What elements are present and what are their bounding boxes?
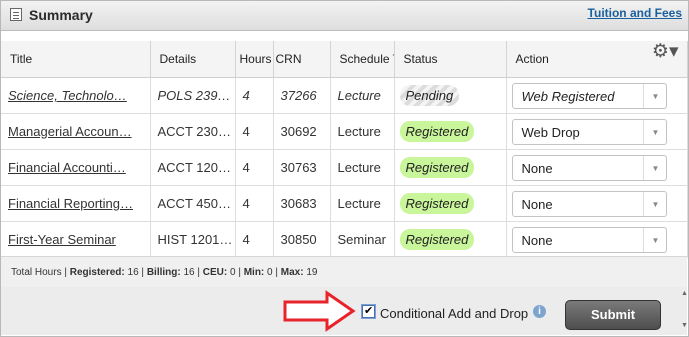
action-select-value: None [521, 196, 553, 212]
course-details: ACCT 120… [150, 149, 236, 186]
course-crn: 30683 [273, 185, 331, 222]
action-select[interactable]: None ▼ [511, 190, 667, 217]
action-cell: None ▼ [506, 149, 688, 186]
course-crn: 30692 [273, 113, 331, 150]
status-badge: Registered [399, 121, 475, 142]
course-schedule-type: Lecture [330, 149, 395, 186]
status-cell: Registered [394, 221, 507, 258]
action-cell: None ▼ [506, 185, 688, 222]
status-cell: Registered [394, 185, 507, 222]
conditional-add-drop-label: Conditional Add and Drop [380, 306, 529, 321]
table-row: Managerial Accoun… ACCT 230… 4 30692 Lecture… [1, 113, 688, 150]
course-crn: 30763 [273, 149, 331, 186]
action-select-value: None [521, 232, 553, 248]
info-icon[interactable]: i [533, 305, 546, 318]
action-cell: None ▼ [506, 221, 688, 258]
course-hours: 4 [235, 185, 274, 222]
course-hours: 4 [235, 77, 274, 114]
table-row: Science, Technolo… POLS 239… 4 37266 Lecture… [1, 77, 688, 114]
status-cell: Pending [394, 77, 507, 114]
course-details: POLS 239… [150, 77, 236, 114]
totals-bar: Total Hours | Registered: 16 | Billing: … [1, 256, 687, 288]
conditional-add-drop-checkbox[interactable]: ✔ [361, 304, 376, 319]
course-hours: 4 [235, 221, 274, 258]
course-hours: 4 [235, 113, 274, 150]
action-select[interactable]: Web Registered ▼ [511, 82, 667, 109]
status-badge: Pending [399, 85, 460, 106]
gear-icon[interactable]: ⚙▾ [652, 40, 679, 63]
course-details: ACCT 230… [150, 113, 236, 150]
action-cell: Web Registered ▼ [506, 77, 688, 114]
scrollbar[interactable]: ▲ ▼ [679, 288, 689, 334]
table-row: Financial Accounti… ACCT 120… 4 30763 Lectur… [1, 149, 688, 186]
totals-text: Total Hours | Registered: 16 | Billing: … [11, 267, 318, 278]
course-schedule-type: Lecture [330, 113, 395, 150]
summary-icon [10, 8, 22, 21]
col-status[interactable]: Status [394, 41, 507, 78]
action-cell: Web Drop ▼ [506, 113, 688, 150]
chevron-down-icon[interactable]: ▼ [642, 119, 666, 144]
table-row: First-Year Seminar HIST 1201… 4 30850 Semina… [1, 221, 688, 258]
action-select[interactable]: None ▼ [511, 154, 667, 181]
course-details: HIST 1201… [150, 221, 236, 258]
course-crn: 30850 [273, 221, 331, 258]
chevron-down-icon[interactable]: ▼ [642, 155, 666, 180]
col-schedule[interactable]: Schedule T [330, 41, 395, 78]
course-title-link[interactable]: Science, Technolo… [1, 77, 151, 114]
course-details: ACCT 450… [150, 185, 236, 222]
course-schedule-type: Seminar [330, 221, 395, 258]
status-badge: Registered [399, 193, 475, 214]
action-select[interactable]: None ▼ [511, 226, 667, 253]
table-header-row: Title Details Hours CRN Schedule T Statu… [1, 40, 688, 78]
course-hours: 4 [235, 149, 274, 186]
action-select[interactable]: Web Drop ▼ [511, 118, 667, 145]
panel-header: Summary Tuition and Fees [1, 1, 688, 31]
action-select-value: Web Drop [521, 124, 580, 140]
panel-title: Summary [29, 7, 93, 23]
col-details[interactable]: Details [150, 41, 236, 78]
action-select-value: None [521, 160, 553, 176]
status-cell: Registered [394, 113, 507, 150]
status-badge: Registered [399, 157, 475, 178]
chevron-down-icon[interactable]: ▼ [642, 191, 666, 216]
table-row: Financial Reporting… ACCT 450… 4 30683 Lectu… [1, 185, 688, 222]
chevron-down-icon[interactable]: ▼ [642, 83, 666, 108]
col-crn[interactable]: CRN [273, 41, 331, 78]
col-hours[interactable]: Hours [235, 41, 274, 78]
course-schedule-type: Lecture [330, 77, 395, 114]
course-title-link[interactable]: Managerial Accoun… [1, 113, 151, 150]
course-crn: 37266 [273, 77, 331, 114]
red-arrow-icon [283, 290, 356, 332]
col-title[interactable]: Title [1, 41, 151, 78]
chevron-down-icon[interactable]: ▼ [642, 227, 666, 252]
status-cell: Registered [394, 149, 507, 186]
course-title-link[interactable]: First-Year Seminar [1, 221, 151, 258]
submit-button[interactable]: Submit [565, 300, 661, 330]
course-schedule-type: Lecture [330, 185, 395, 222]
tuition-fees-link[interactable]: Tuition and Fees [588, 6, 682, 20]
status-badge: Registered [399, 229, 475, 250]
checkmark-icon: ✔ [364, 305, 374, 317]
action-select-value: Web Registered [521, 88, 615, 104]
col-action-label: Action [515, 52, 549, 66]
summary-table: Title Details Hours CRN Schedule T Statu… [1, 41, 688, 258]
course-title-link[interactable]: Financial Reporting… [1, 185, 151, 222]
col-action[interactable]: Action ⚙▾ [506, 40, 688, 78]
course-title-link[interactable]: Financial Accounti… [1, 149, 151, 186]
